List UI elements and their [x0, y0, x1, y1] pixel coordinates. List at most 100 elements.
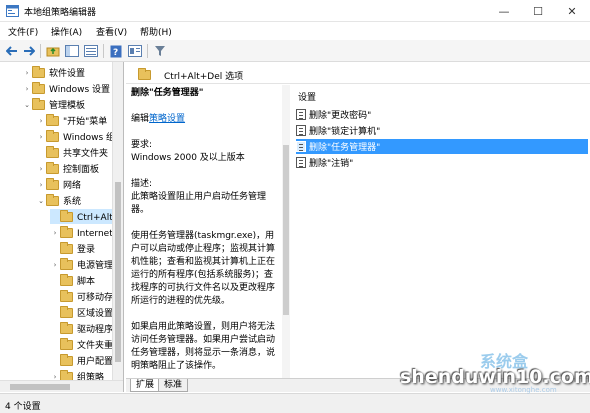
tree-item[interactable]: ⌄ 系统 [36, 193, 81, 208]
expander-icon[interactable]: › [50, 229, 60, 237]
folder-icon [46, 129, 59, 142]
menu-file[interactable]: 文件(F) [8, 25, 38, 38]
tree-item-label: 共享文件夹 [63, 149, 109, 159]
scrollbar-thumb[interactable] [10, 384, 70, 390]
status-bar: 4 个设置 [0, 393, 590, 413]
expander-icon[interactable]: › [36, 117, 46, 125]
properties-icon[interactable] [127, 43, 143, 59]
tree-item-label: 软件设置 [49, 69, 86, 79]
menu-view[interactable]: 查看(V) [96, 25, 127, 38]
tree-item[interactable]: ⌄ 管理模板 [22, 97, 85, 112]
content-header-title: Ctrl+Alt+Del 选项 [164, 72, 244, 82]
tree-item-label: Windows 设置 [49, 85, 111, 95]
tree-item[interactable]: › "开始"菜单 [36, 113, 107, 128]
list-item-label: 删除"更改密码" [309, 111, 372, 121]
show-hide-tree-icon[interactable] [64, 43, 80, 59]
title-bar: 本地组策略编辑器 — ☐ ✕ [0, 0, 590, 22]
maximize-button[interactable]: ☐ [522, 0, 554, 22]
folder-icon [60, 241, 73, 254]
tree-item[interactable]: 共享文件夹 [36, 145, 108, 160]
toolbar-separator [147, 44, 148, 58]
description-pane: 删除"任务管理器" 编辑策略设置 要求: Windows 2000 及以上版本 … [126, 85, 288, 378]
tree-item-label: 管理模板 [49, 101, 86, 111]
list-item[interactable]: 删除"注销" [296, 155, 588, 170]
policy-description-body: 要求: Windows 2000 及以上版本 描述: 此策略设置阻止用户启动任务… [131, 140, 276, 371]
menu-action[interactable]: 操作(A) [51, 25, 82, 38]
folder-icon [46, 161, 59, 174]
tree-item[interactable]: › 控制面板 [36, 161, 99, 176]
tree-item-label: 脚本 [77, 277, 96, 287]
tree-item[interactable]: 脚本 [50, 273, 95, 288]
tree-item[interactable]: › 软件设置 [22, 65, 85, 80]
tree-item[interactable]: 登录 [50, 241, 95, 256]
tab-extended[interactable]: 扩展 [130, 379, 161, 392]
forward-icon[interactable] [21, 43, 37, 59]
menu-bar: 文件(F) 操作(A) 查看(V) 帮助(H) [0, 22, 590, 40]
folder-icon [60, 321, 73, 334]
toolbar: ? [0, 40, 590, 62]
tree-item-label: 系统 [63, 197, 82, 207]
expander-icon[interactable]: › [36, 165, 46, 173]
help-icon[interactable]: ? [108, 43, 124, 59]
list-item[interactable]: 删除"锁定计算机" [296, 123, 588, 138]
content-header: Ctrl+Alt+Del 选项 [126, 64, 590, 84]
toolbar-separator [103, 44, 104, 58]
back-icon[interactable] [4, 43, 20, 59]
folder-icon [32, 65, 45, 78]
app-icon [6, 5, 19, 17]
folder-icon [60, 225, 73, 238]
expander-icon[interactable]: › [36, 181, 46, 189]
expander-icon[interactable]: ⌄ [36, 197, 46, 205]
minimize-button[interactable]: — [488, 0, 520, 22]
folder-icon [46, 113, 59, 126]
tree-item-label: 电源管理 [77, 261, 114, 271]
up-folder-icon[interactable] [45, 43, 61, 59]
close-button[interactable]: ✕ [556, 0, 588, 22]
expander-icon[interactable]: › [22, 69, 32, 77]
tree-item[interactable]: › 电源管理 [50, 257, 113, 272]
list-item-selected[interactable]: 删除"任务管理器" [296, 139, 588, 154]
view-tabs: 扩展 标准 [126, 378, 590, 392]
description-text: 删除"任务管理器" 编辑策略设置 要求: Windows 2000 及以上版本 … [131, 87, 279, 373]
policy-setting-icon [296, 125, 306, 136]
navigation-tree: › 软件设置 › Windows 设置 ⌄ 管理模板 › "开始"菜单 › Windows… [0, 62, 124, 392]
edit-policy-link[interactable]: 策略设置 [149, 114, 185, 124]
column-header-setting[interactable]: 设置 [298, 90, 316, 103]
export-list-icon[interactable] [83, 43, 99, 59]
folder-icon [46, 177, 59, 190]
expander-icon[interactable]: › [36, 133, 46, 141]
expander-icon[interactable]: › [50, 261, 60, 269]
tab-standard[interactable]: 标准 [158, 379, 189, 392]
tree-item-label: 登录 [77, 245, 96, 255]
status-text: 4 个设置 [5, 402, 41, 412]
settings-list: 设置 删除"更改密码" 删除"锁定计算机" 删除"任务管理器" 删除"注销" [292, 85, 590, 378]
list-item[interactable]: 删除"更改密码" [296, 107, 588, 122]
menu-help[interactable]: 帮助(H) [140, 25, 172, 38]
scrollbar-thumb[interactable] [283, 145, 289, 315]
list-item-label: 删除"注销" [309, 159, 354, 169]
folder-icon [32, 97, 45, 110]
tree-vertical-scrollbar[interactable] [112, 62, 123, 392]
tree-item-label: "开始"菜单 [63, 117, 108, 127]
scrollbar-thumb[interactable] [115, 182, 121, 362]
tree-item[interactable]: › Windows 设置 [22, 81, 110, 96]
folder-icon [60, 289, 73, 302]
tree-item[interactable]: › Windows 组件 [36, 129, 123, 144]
policy-setting-icon [296, 141, 306, 152]
description-scrollbar[interactable] [282, 85, 290, 378]
policy-setting-icon [296, 109, 306, 120]
policy-title: 删除"任务管理器" [131, 88, 204, 98]
tree-horizontal-scrollbar[interactable] [0, 380, 123, 392]
window-title: 本地组策略编辑器 [24, 8, 97, 18]
expander-icon[interactable]: › [22, 85, 32, 93]
edit-prefix: 编辑 [131, 114, 150, 124]
folder-icon [60, 353, 73, 366]
policy-setting-icon [296, 157, 306, 168]
filter-icon[interactable] [152, 43, 168, 59]
expander-icon[interactable]: ⌄ [22, 101, 32, 109]
folder-icon [60, 273, 73, 286]
tree-item-label: 网络 [63, 181, 82, 191]
folder-icon [32, 81, 45, 94]
folder-icon [60, 337, 73, 350]
tree-item[interactable]: › 网络 [36, 177, 81, 192]
